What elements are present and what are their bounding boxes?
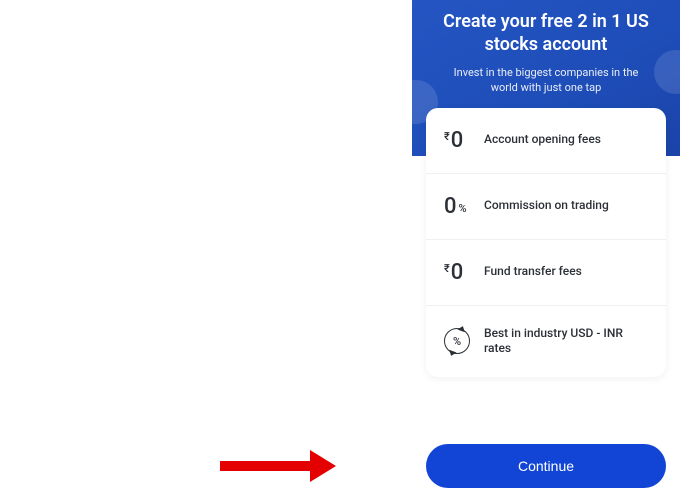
features-card: ₹ 0 Account opening fees 0 % Commission … — [426, 108, 666, 377]
hero-title: Create your free 2 in 1 US stocks accoun… — [430, 10, 662, 57]
feature-label: Fund transfer fees — [484, 264, 582, 280]
annotation-arrow — [220, 450, 336, 482]
continue-button[interactable]: Continue — [426, 444, 666, 488]
feature-row-transfer-fees: ₹ 0 Fund transfer fees — [426, 240, 666, 306]
onboarding-screen: Create your free 2 in 1 US stocks accoun… — [412, 0, 680, 500]
arrow-head-icon — [310, 450, 336, 482]
rupee-zero-icon: ₹ 0 — [444, 260, 484, 285]
rupee-zero-icon: ₹ 0 — [444, 128, 484, 153]
feature-label: Account opening fees — [484, 132, 601, 148]
hero-subtitle: Invest in the biggest companies in the w… — [430, 65, 662, 96]
arrow-line — [220, 461, 310, 471]
exchange-rate-icon: % — [444, 328, 484, 354]
feature-row-commission: 0 % Commission on trading — [426, 174, 666, 240]
feature-row-account-fees: ₹ 0 Account opening fees — [426, 108, 666, 174]
feature-row-rates: % Best in industry USD - INR rates — [426, 306, 666, 377]
cta-container: Continue — [412, 428, 680, 500]
zero-percent-icon: 0 % — [444, 194, 484, 219]
feature-label: Commission on trading — [484, 198, 609, 214]
feature-label: Best in industry USD - INR rates — [484, 326, 648, 357]
